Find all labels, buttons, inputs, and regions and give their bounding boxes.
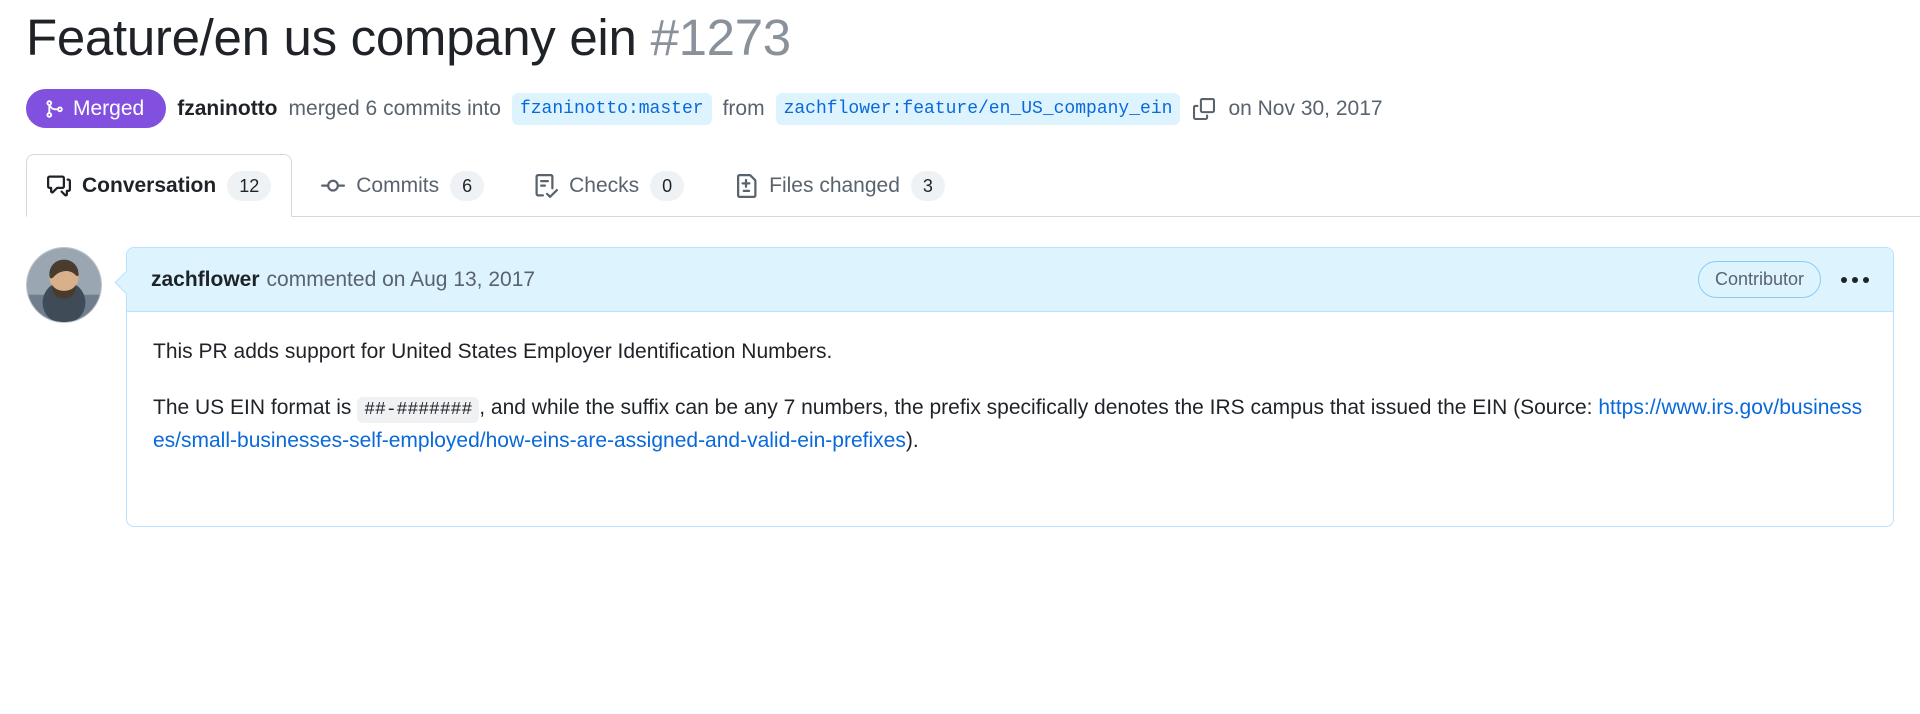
- merge-description: merged 6 commits into: [288, 96, 501, 120]
- paragraph-2-tail: ).: [905, 429, 919, 453]
- status-badge-label: Merged: [73, 97, 145, 121]
- status-badge-merged[interactable]: Merged: [26, 89, 167, 129]
- comment-card: zachflower commented on Aug 13, 2017 Con…: [126, 247, 1894, 528]
- tab-count: 6: [450, 171, 485, 202]
- pr-number: #1273: [650, 9, 792, 66]
- pr-title-text: Feature/en us company ein: [26, 9, 637, 66]
- tab-count: 0: [650, 171, 685, 202]
- comment-paragraph-1: This PR adds support for United States E…: [153, 339, 833, 363]
- git-merge-icon: [44, 99, 64, 119]
- tab-checks[interactable]: Checks 0: [513, 154, 705, 217]
- copy-icon[interactable]: [1193, 97, 1216, 120]
- comment-thread: zachflower commented on Aug 13, 2017 Con…: [26, 247, 1894, 528]
- tab-conversation[interactable]: Conversation 12: [26, 154, 293, 218]
- kebab-menu-icon[interactable]: [1839, 273, 1871, 287]
- inline-code-ein-format: ##-#######: [357, 397, 480, 424]
- git-commit-icon: [321, 174, 346, 198]
- pull-request-page: Feature/en us company ein #1273 Merged f…: [0, 0, 1920, 714]
- tab-count: 12: [227, 171, 272, 202]
- comment-timestamp: commented on Aug 13, 2017: [266, 267, 536, 291]
- tab-label: Checks: [569, 174, 640, 198]
- tab-label: Conversation: [82, 174, 217, 198]
- tab-files-changed[interactable]: Files changed 3: [713, 154, 966, 217]
- head-branch-label[interactable]: zachflower:feature/en_US_company_ein: [775, 92, 1181, 125]
- checklist-icon: [534, 174, 559, 199]
- tab-label: Files changed: [769, 174, 900, 198]
- file-diff-icon: [734, 174, 758, 199]
- tab-label: Commits: [356, 174, 440, 198]
- merge-author[interactable]: fzaninotto: [177, 97, 277, 121]
- page-title: Feature/en us company ein #1273: [26, 0, 1894, 68]
- pr-status-bar: Merged fzaninotto merged 6 commits into …: [26, 89, 1894, 129]
- pr-tabs: Conversation 12 Commits 6 Checks 0 Files…: [26, 154, 1920, 218]
- comment-discussion-icon: [47, 174, 71, 198]
- avatar[interactable]: [26, 247, 102, 324]
- comment-body: This PR adds support for United States E…: [127, 312, 1893, 468]
- merge-date: on Nov 30, 2017: [1228, 96, 1383, 120]
- paragraph-2-lead: The US EIN format is: [153, 396, 352, 420]
- tab-count: 3: [910, 171, 945, 202]
- paragraph-2-mid: , and while the suffix can be any 7 numb…: [479, 396, 1593, 420]
- comment-header: zachflower commented on Aug 13, 2017 Con…: [127, 248, 1893, 312]
- comment-author[interactable]: zachflower: [151, 268, 260, 292]
- tab-commits[interactable]: Commits 6: [300, 154, 505, 217]
- from-label: from: [722, 96, 765, 120]
- base-branch-label[interactable]: fzaninotto:master: [511, 92, 712, 125]
- status-badge-contributor: Contributor: [1697, 261, 1821, 298]
- comment-paragraph-2: The US EIN format is ##-#######, and whi…: [153, 392, 1867, 457]
